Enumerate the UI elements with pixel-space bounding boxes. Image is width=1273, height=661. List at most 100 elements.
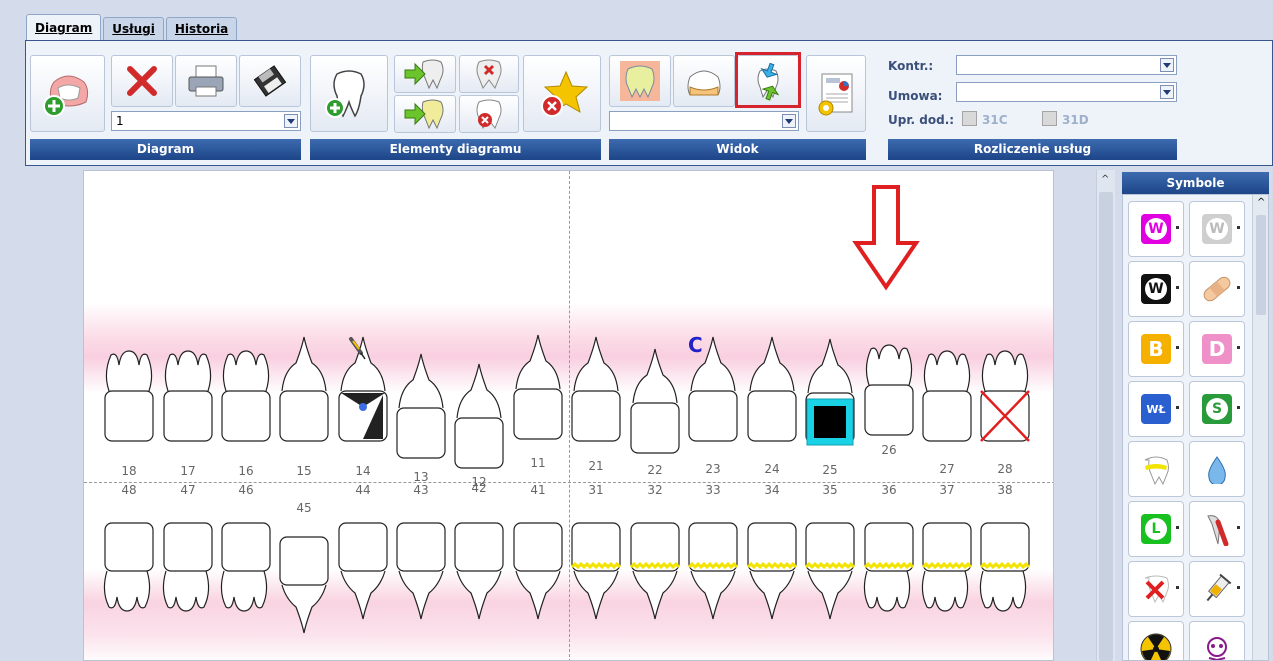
upper-tooth-27[interactable] [922,350,972,442]
save-button[interactable] [239,55,301,107]
dropdown-dot-icon [1176,346,1179,349]
kontr-select[interactable] [956,55,1177,75]
symbols-header: Symbole [1122,172,1269,194]
tooth-number-17: 17 [180,464,196,478]
wl-badge-icon: WŁ [1141,394,1171,424]
tooth-number-47: 47 [180,483,196,497]
chevron-down-icon [1160,85,1174,99]
print-button[interactable] [175,55,237,107]
symbol-w-magenta[interactable]: W [1128,201,1184,257]
report-settings-icon [818,73,853,115]
tooth-forward-alt-button[interactable] [394,95,456,133]
diagram-select[interactable]: 1 [111,111,301,131]
scroll-up-icon[interactable]: ^ [1101,174,1109,185]
symbol-s[interactable]: S [1189,381,1245,437]
tooth-number-11: 11 [530,456,546,470]
canvas-scrollbar[interactable]: ^ [1096,170,1115,661]
dropdown-dot-icon [1176,286,1179,289]
symbol-d[interactable]: D [1189,321,1245,377]
upper-tooth-13[interactable] [396,353,446,459]
symbol-toothbrush[interactable] [1189,501,1245,557]
diagram-select-value: 1 [116,114,124,128]
remove-marker-button[interactable] [523,55,601,132]
symbol-tooth-yellow[interactable] [1128,441,1184,497]
tab-uslugi[interactable]: Usługi [103,17,164,41]
w-black-icon: W [1141,274,1171,304]
tooth-number-37: 37 [939,483,955,497]
symbol-l[interactable]: L [1128,501,1184,557]
lower-tooth-46[interactable] [220,522,271,612]
upper-tooth-12[interactable] [454,363,504,469]
lower-tooth-43[interactable] [396,522,446,620]
symbol-bandage[interactable] [1189,261,1245,317]
radiation-icon [1140,633,1172,660]
scroll-thumb[interactable] [1256,215,1266,315]
tooth-number-42: 42 [471,481,487,495]
lower-tooth-35[interactable] [805,522,855,620]
tooth-delete-button[interactable] [459,95,519,133]
lower-tooth-48[interactable] [103,522,154,612]
symbol-wl[interactable]: WŁ [1128,381,1184,437]
tooth-colored-icon [620,61,660,101]
upper-tooth-16[interactable] [221,350,271,442]
tooth-number-44: 44 [355,483,371,497]
lower-tooth-45[interactable] [279,536,329,634]
upper-tooth-18[interactable] [104,350,154,442]
upper-tooth-28[interactable] [980,350,1030,442]
tooth-forward-button[interactable] [394,55,456,93]
lower-tooth-33[interactable] [688,522,738,620]
lower-tooth-44[interactable] [338,522,388,620]
water-drop-icon [1208,456,1226,484]
lower-tooth-31[interactable] [571,522,621,620]
upper-tooth-26[interactable] [864,344,914,436]
report-view-button[interactable] [806,55,866,132]
scroll-up-icon[interactable]: ^ [1257,197,1265,208]
delete-diagram-button[interactable] [111,55,173,107]
tooth-remove-mark-button[interactable] [459,55,519,93]
chevron-down-icon [284,114,298,128]
checkbox-31d[interactable] [1042,111,1057,126]
add-tooth-button[interactable] [310,55,388,132]
upper-tooth-15[interactable] [279,336,329,442]
upper-tooth-21[interactable] [571,336,621,442]
symbol-syringe[interactable] [1189,561,1245,617]
tab-historia[interactable]: Historia [165,17,238,41]
symbol-w-black[interactable]: W [1128,261,1184,317]
symbol-radiation[interactable] [1128,621,1184,660]
upper-tooth-11[interactable] [513,334,563,440]
upper-tooth-17[interactable] [163,350,213,442]
symbol-skull[interactable] [1189,621,1245,660]
umowa-select[interactable] [956,82,1177,102]
view-crowns-button[interactable] [609,55,671,107]
symbol-tooth-x[interactable] [1128,561,1184,617]
tooth-red-x-icon [1144,575,1169,604]
checkbox-31c[interactable] [962,111,977,126]
view-select[interactable] [609,111,799,131]
upr-dod-label: Upr. dod.: [888,113,955,127]
upper-tooth-22[interactable] [630,348,680,454]
tooth-diagram-canvas[interactable]: C 18 17 16 15 14 13 12 11 21 22 23 24 25 26 27 28 48 47 4… [83,170,1054,661]
symbol-drop[interactable] [1189,441,1245,497]
lower-tooth-32[interactable] [630,522,680,620]
filling-14-dot [359,403,367,411]
tooth-number-13: 13 [413,470,429,484]
lower-tooth-41[interactable] [513,522,563,620]
tab-diagram[interactable]: Diagram [26,14,102,41]
dropdown-dot-icon [1176,226,1179,229]
view-crown-button[interactable] [673,55,735,107]
lower-tooth-42[interactable] [454,522,504,620]
dropdown-dot-icon [1237,346,1240,349]
scroll-thumb[interactable] [1099,192,1113,661]
tooth-number-22: 22 [647,463,663,477]
lower-tooth-47[interactable] [162,522,213,612]
upper-tooth-24[interactable] [747,336,797,442]
new-diagram-button[interactable] [30,55,105,132]
tooth-number-21: 21 [588,459,604,473]
symbol-w-gray[interactable]: W [1189,201,1245,257]
symbol-b[interactable]: B [1128,321,1184,377]
symbols-scrollbar[interactable]: ^ [1252,195,1268,660]
tooth-delete-icon [476,99,502,130]
lower-tooth-34[interactable] [747,522,797,620]
tooth-23-mark: C [688,333,703,357]
group-label-elementy: Elementy diagramu [310,139,601,160]
